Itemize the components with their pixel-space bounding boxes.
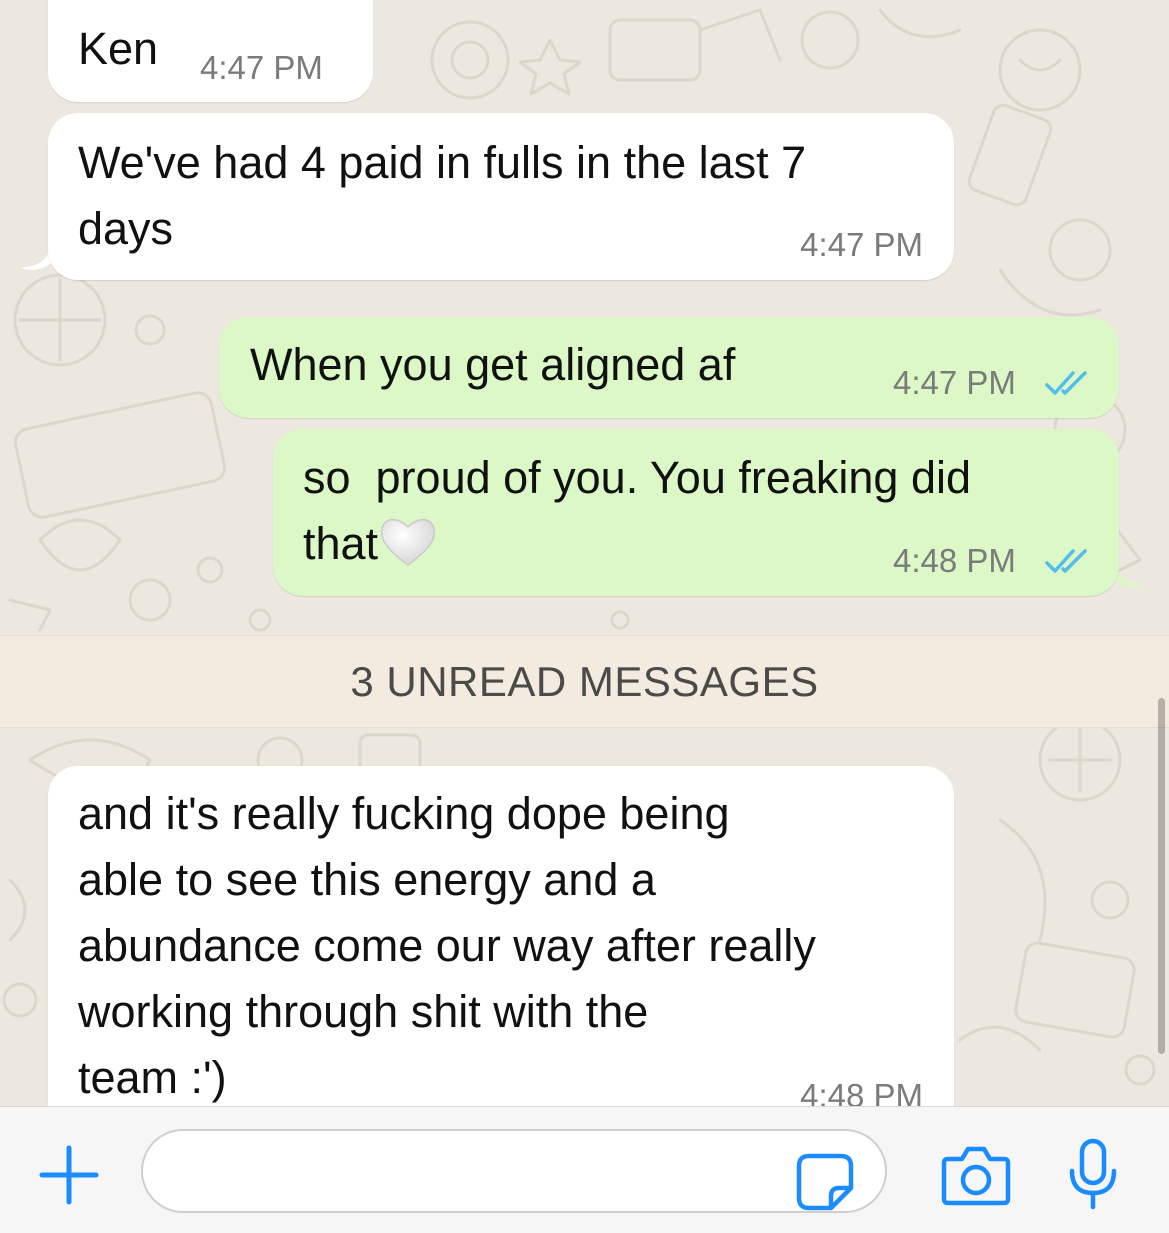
message-bubble-outgoing[interactable]: so proud of you. You freaking did that 4…	[273, 429, 1119, 596]
message-bubble-incoming[interactable]: and it's really fucking dope being able …	[48, 766, 954, 1106]
message-time: 4:48 PM	[893, 542, 1016, 579]
double-check-icon	[1045, 549, 1087, 573]
message-time: 4:47 PM	[200, 49, 323, 86]
white-heart-emoji	[380, 518, 436, 566]
scrollbar-thumb[interactable]	[1158, 698, 1165, 1054]
plus-icon[interactable]	[38, 1144, 100, 1206]
message-time: 4:47 PM	[800, 226, 923, 263]
message-bubble-incoming[interactable]: We've had 4 paid in fulls in the last 7 …	[48, 113, 954, 280]
microphone-icon[interactable]	[1066, 1137, 1120, 1213]
unread-messages-banner: 3 UNREAD MESSAGES	[0, 635, 1169, 728]
message-time: 4:47 PM	[893, 364, 1016, 401]
double-check-icon	[1045, 371, 1087, 395]
message-time: 4:48 PM	[800, 1077, 923, 1107]
message-bubble-outgoing[interactable]: When you get aligned af 4:47 PM	[219, 317, 1119, 418]
message-text: Ken	[78, 23, 159, 74]
sticker-icon[interactable]	[795, 1152, 855, 1212]
message-input[interactable]	[141, 1129, 887, 1213]
message-text: and it's really fucking dope being able …	[78, 788, 816, 1103]
composer-bar	[0, 1106, 1169, 1233]
message-text: so proud of you. You freaking did that	[303, 445, 971, 577]
unread-messages-label: 3 UNREAD MESSAGES	[350, 657, 819, 705]
message-text: We've had 4 paid in fulls in the last 7 …	[78, 137, 807, 254]
message-text: When you get aligned af	[250, 339, 736, 390]
camera-icon[interactable]	[940, 1143, 1012, 1207]
chat-area[interactable]: Ken 4:47 PM We've had 4 paid in fulls in…	[0, 0, 1169, 1106]
message-bubble-incoming[interactable]: Ken 4:47 PM	[48, 0, 373, 102]
